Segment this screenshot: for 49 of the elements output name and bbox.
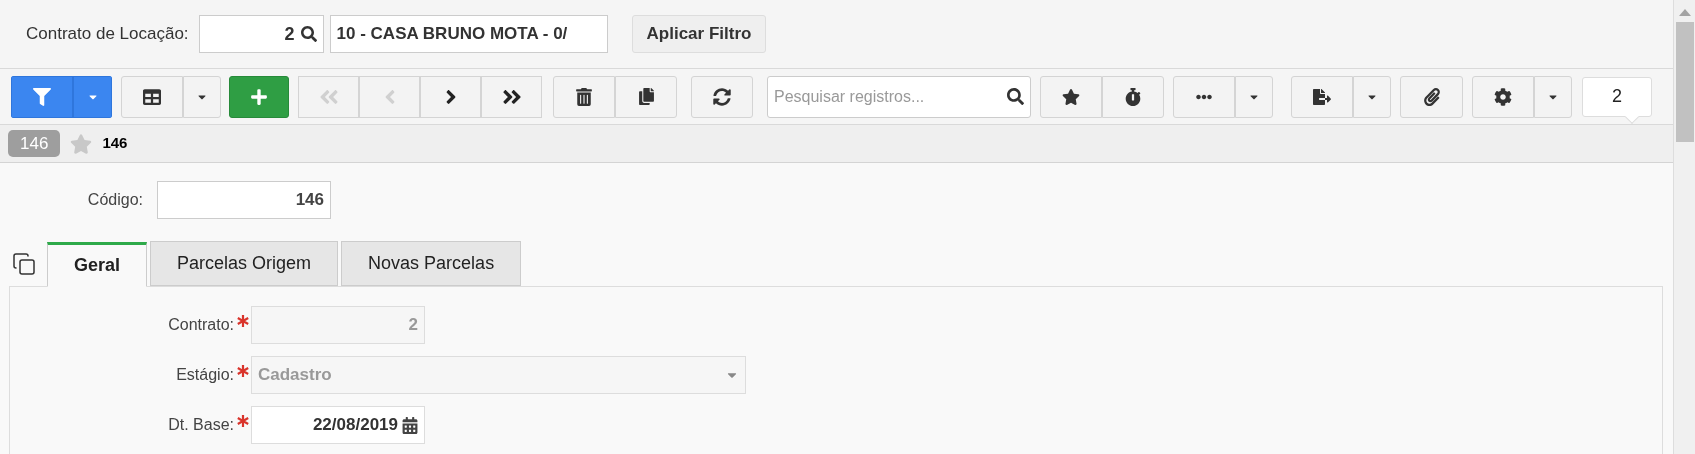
copy-icon[interactable] [12,252,36,276]
table-icon [143,87,161,106]
filter-label: Contrato de Locação: [26,23,189,46]
filter-icon [33,87,51,106]
add-button[interactable] [229,75,289,118]
record-title: 146 [102,133,128,154]
duplicate-button[interactable] [615,75,677,118]
star-icon[interactable] [70,132,93,155]
up-arrow-icon [1678,8,1691,16]
code-field[interactable]: 146 [157,181,331,219]
search-field[interactable]: Pesquisar registros... [774,84,1007,109]
copy-icon [637,88,655,105]
field-label: Código: [86,190,144,210]
favorite-button[interactable] [1040,75,1102,118]
filter-button[interactable] [11,75,73,118]
timer-button[interactable] [1102,75,1164,118]
search-box[interactable]: Pesquisar registros... [767,75,1031,118]
grid-view-button[interactable] [121,75,183,118]
tab[interactable]: Geral [47,242,148,287]
last-button[interactable] [481,75,542,118]
apply-filter-button[interactable]: Aplicar Filtro [631,15,767,53]
trash-icon [576,87,592,106]
calendar-icon [402,416,418,434]
tab[interactable]: Novas Parcelas [341,241,522,286]
description-field: 10 - CASA BRUNO MOTA - 0/ [329,15,608,53]
scrollbar[interactable] [1673,0,1695,454]
refresh-icon [713,87,731,106]
delete-button[interactable] [553,75,615,118]
field-label: Dt. Base: [167,415,234,435]
date-field[interactable]: 22/08/2019 [251,406,425,444]
plus-icon [250,87,268,106]
scrollbar-thumb[interactable] [1675,22,1694,142]
refresh-button[interactable] [691,75,753,118]
tab[interactable]: Parcelas Origem [150,241,339,286]
record-badge: 146 [8,130,61,157]
attachment-button[interactable] [1400,75,1463,118]
filter-dropdown-button[interactable] [73,75,112,118]
star-icon [1062,87,1080,106]
search-icon [1007,88,1024,105]
field-label: Estágio: [175,365,234,385]
settings-icon [1494,87,1512,106]
file-export-icon [1313,87,1331,106]
search-icon [300,26,317,42]
paperclip-icon [1422,87,1441,106]
contract-field[interactable]: 2 [198,15,324,53]
settings-button[interactable] [1472,75,1534,118]
field-label: Contrato: [167,315,234,335]
stopwatch-icon [1124,87,1142,106]
export-button[interactable] [1291,75,1353,118]
